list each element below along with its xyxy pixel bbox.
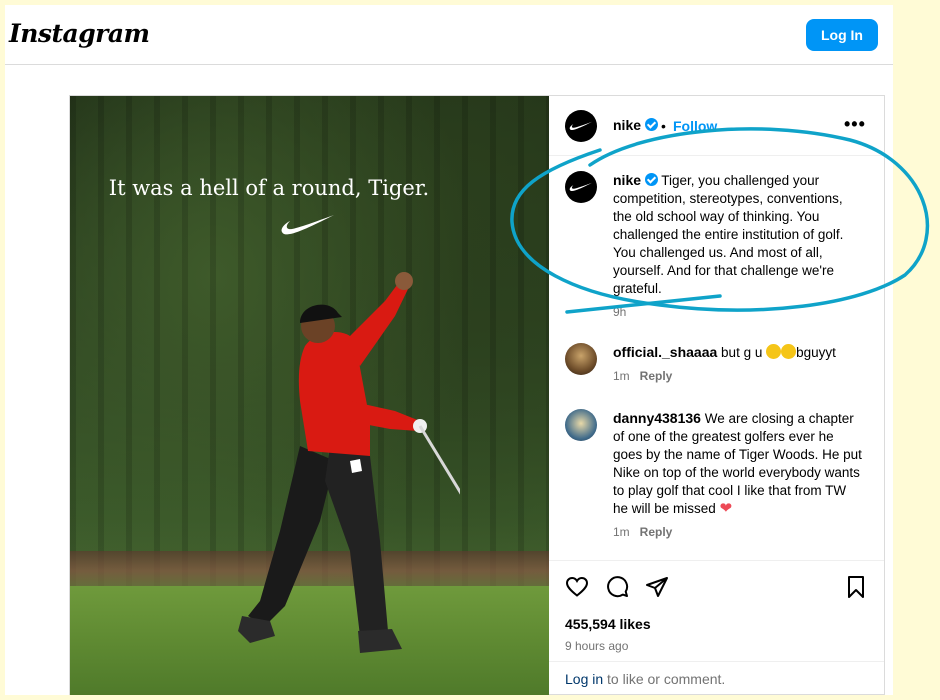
login-button[interactable]: Log In <box>806 19 878 51</box>
caption-text-block: nike Tiger, you challenged your competit… <box>613 171 863 298</box>
nike-swoosh-icon <box>569 182 593 192</box>
comment-username[interactable]: danny438136 <box>613 410 701 426</box>
post-header: nike • Follow ••• <box>549 96 884 156</box>
caption-text: Tiger, you challenged your competition, … <box>613 173 844 296</box>
list-item: danny438136 We are closing a chapter of … <box>565 409 875 549</box>
surprised-emoji-icon <box>766 344 782 359</box>
reply-button[interactable]: Reply <box>640 525 673 539</box>
author-username[interactable]: nike <box>613 117 641 133</box>
nike-swoosh-icon <box>569 121 593 131</box>
post-actions: 455,594 likes 9 hours ago Log in to like… <box>549 560 884 694</box>
nike-swoosh-icon <box>281 215 334 235</box>
comment-meta: 1m Reply <box>613 525 672 539</box>
comment-text-block: official._shaaaa but g u bguyyt <box>613 343 863 362</box>
login-prompt-text: to like or comment. <box>603 671 726 687</box>
golfer-figure <box>238 272 460 653</box>
comment-time: 1m <box>613 525 630 539</box>
comment-time: 1m <box>613 369 630 383</box>
comment-icon[interactable] <box>605 575 629 599</box>
login-link[interactable]: Log in <box>565 671 603 687</box>
instagram-logo[interactable]: Instagram <box>9 19 150 48</box>
share-icon[interactable] <box>645 575 669 599</box>
avatar[interactable] <box>565 110 597 142</box>
heart-emoji-icon: ❤ <box>719 500 733 517</box>
post-timestamp[interactable]: 9 hours ago <box>565 639 628 653</box>
login-prompt: Log in to like or comment. <box>549 661 884 695</box>
worried-emoji-icon <box>781 344 797 359</box>
heart-icon[interactable] <box>565 575 589 599</box>
comment-text-block: danny438136 We are closing a chapter of … <box>613 409 863 518</box>
list-item: official._shaaaa but g u bguyyt 1m Reply <box>565 343 875 393</box>
avatar[interactable] <box>565 343 597 375</box>
author-name-row: nike <box>613 117 659 135</box>
separator-dot: • <box>661 118 666 134</box>
comment-username[interactable]: official._shaaaa <box>613 344 717 360</box>
bookmark-icon[interactable] <box>844 575 868 599</box>
caption-item: nike Tiger, you challenged your competit… <box>565 171 875 321</box>
verified-badge-icon <box>644 173 658 186</box>
post-card: It was a hell of a round, Tiger. nike • … <box>69 95 885 695</box>
photo-caption-text: It was a hell of a round, Tiger. <box>108 176 430 200</box>
comments-list[interactable]: nike Tiger, you challenged your competit… <box>549 157 884 557</box>
comment-meta: 1m Reply <box>613 369 672 383</box>
comment-text-tail: bguyyt <box>796 345 836 360</box>
avatar[interactable] <box>565 171 597 203</box>
avatar[interactable] <box>565 409 597 441</box>
post-side-panel: nike • Follow ••• nike Tiger, you challe… <box>549 96 884 694</box>
comment-text: We are closing a chapter of one of the g… <box>613 411 862 516</box>
likes-count[interactable]: 455,594 likes <box>565 616 651 632</box>
more-options-icon[interactable]: ••• <box>844 114 866 135</box>
post-photo[interactable]: It was a hell of a round, Tiger. <box>70 96 549 695</box>
comment-text: but g u <box>721 345 763 360</box>
top-bar: Instagram Log In <box>5 5 893 65</box>
follow-button[interactable]: Follow <box>673 118 717 134</box>
reply-button[interactable]: Reply <box>640 369 673 383</box>
caption-username[interactable]: nike <box>613 172 641 188</box>
caption-time: 9h <box>613 305 627 319</box>
verified-badge-icon <box>645 118 659 131</box>
instagram-page: Instagram Log In It was a hell of a roun… <box>5 5 893 695</box>
